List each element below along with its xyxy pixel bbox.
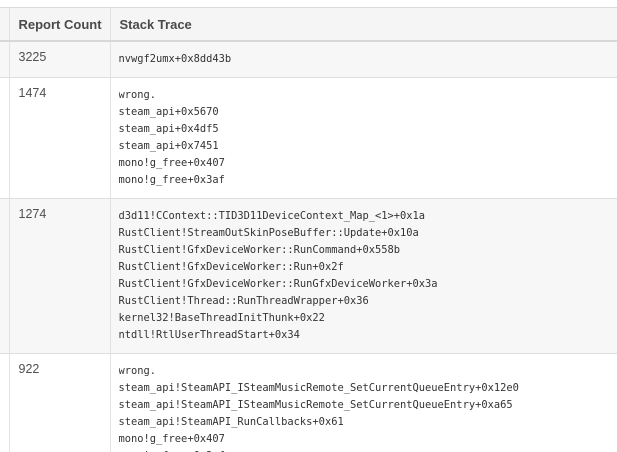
table-row: 3225 nvwgf2umx+0x8dd43b [0,41,617,78]
stack-frame: wrong. [118,89,157,101]
stack-frame: mono!g_free+0x3af [118,174,225,186]
stack-frame: kernel32!BaseThreadInitThunk+0x22 [118,312,325,324]
stack-frame: nvwgf2umx+0x8dd43b [118,53,232,65]
table-row: 1274 d3d11!CContext::TID3D11DeviceContext… [0,198,617,354]
stack-frame: d3d11!CContext::TID3D11DeviceContext_Map… [118,210,426,222]
table-row: 922 wrong. steam_api!SteamAPI_ISteamMusicR… [0,353,617,452]
stack-frame: RustClient!GfxDeviceWorker::Run+0x2f [118,261,344,273]
column-header-stack-trace[interactable]: Stack Trace [109,8,617,42]
header-left-gutter [0,8,9,42]
crash-report-table: Report Count Stack Trace 3225 nvwgf2umx+0… [0,8,617,452]
stack-frame: steam_api+0x7451 [118,140,219,152]
table-body: 3225 nvwgf2umx+0x8dd43b 1474 wrong. steam_ap… [0,41,617,452]
table-header: Report Count Stack Trace [0,8,617,42]
stack-frame: steam_api!SteamAPI_ISteamMusicRemote_Set… [118,382,519,394]
stack-frame: steam_api!SteamAPI_ISteamMusicRemote_Set… [118,399,513,411]
stack-frame: mono!g_free+0x3af [119,448,617,452]
stack-trace-cell: wrong. steam_api!SteamAPI_ISteamMusicRemo… [109,353,617,452]
stack-frame: ntdll!RtlUserThreadStart+0x34 [118,329,300,341]
stack-frame: RustClient!GfxDeviceWorker::RunGfxDevice… [118,278,438,290]
stack-frame: RustClient!GfxDeviceWorker::RunCommand+0… [118,244,401,256]
header-row: Report Count Stack Trace [0,8,617,42]
table-row: 1474 wrong. steam_api+0x5670 steam_api+0x4d… [0,77,617,199]
stack-frame: mono!g_free+0x407 [118,157,225,169]
report-count-cell: 3225 [8,41,110,78]
stack-trace-cell: wrong. steam_api+0x5670 steam_api+0x4df5st… [109,77,617,199]
stack-frame: mono!g_free+0x407 [118,433,225,445]
report-count-cell: 1274 [8,198,110,354]
row-left-gutter [0,77,9,199]
stack-frame: wrong. [118,365,157,377]
row-left-gutter [0,353,9,452]
row-left-gutter [0,198,9,354]
report-count-cell: 922 [8,353,110,452]
column-header-report-count[interactable]: Report Count [8,8,110,42]
stack-trace-cell: d3d11!CContext::TID3D11DeviceContext_Map… [109,198,617,354]
stack-frame: steam_api+0x4df5 [118,123,219,135]
stack-frame: steam_api+0x5670 [118,106,219,118]
stack-frame: RustClient!StreamOutSkinPoseBuffer::Upda… [118,227,419,239]
crash-report-viewport: Report Count Stack Trace 3225 nvwgf2umx+0… [0,0,617,452]
stack-frame: steam_api!SteamAPI_RunCallbacks+0x61 [118,416,344,428]
report-count-cell: 1474 [8,77,110,199]
stack-trace-cell: nvwgf2umx+0x8dd43b [109,41,617,78]
stack-frame: RustClient!Thread::RunThreadWrapper+0x36 [118,295,369,307]
row-left-gutter [0,41,9,78]
